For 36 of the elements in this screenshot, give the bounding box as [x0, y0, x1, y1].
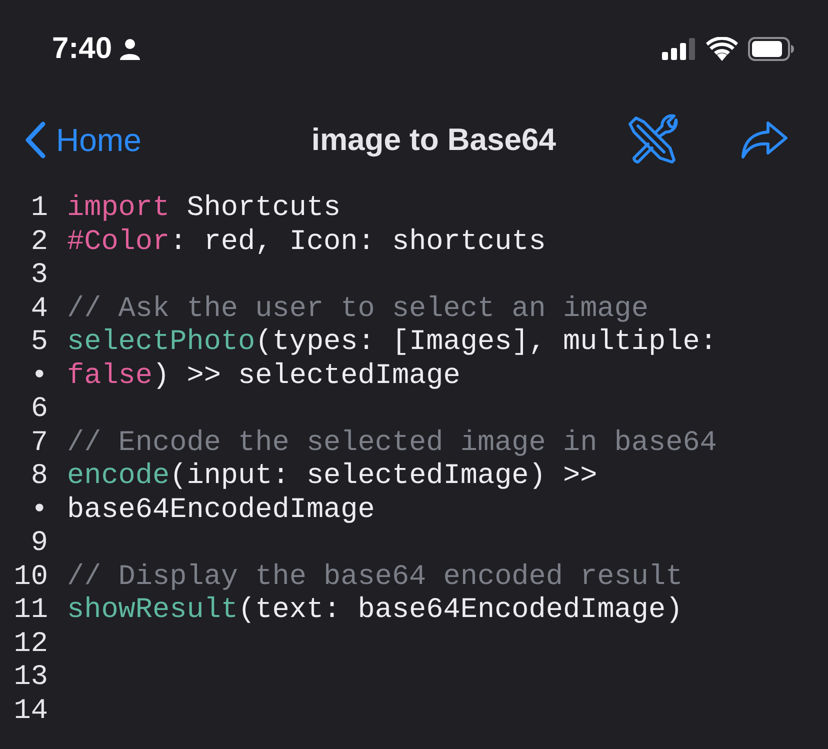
line-number: 3 [30, 258, 48, 292]
line-number: 7 [30, 426, 48, 459]
line-number: 5 [30, 325, 48, 358]
code-line: // Ask the user to select an image [67, 292, 648, 325]
code-line: encode(input: selectedImage) >> [67, 459, 598, 492]
line-number: 6 [30, 392, 48, 426]
code-line: import Shortcuts [67, 191, 341, 224]
person-icon [120, 38, 140, 60]
code-line: // Encode the selected image in base64 [67, 426, 717, 459]
line-number: 1 [30, 191, 48, 224]
back-button[interactable]: Home [24, 121, 142, 159]
status-time: 7:40 [52, 32, 112, 66]
screen-title: image to Base64 [310, 122, 558, 158]
line-number: 12 [12, 626, 48, 660]
line-number: • [30, 492, 48, 526]
line-number: 11 [12, 593, 48, 626]
code-line: selectPhoto(types: [Images], multiple: [67, 325, 717, 358]
line-number: 2 [30, 224, 48, 258]
code-line: base64EncodedImage [67, 492, 375, 526]
code-line: showResult(text: base64EncodedImage) [67, 593, 683, 626]
line-number: 4 [30, 292, 48, 325]
signal-icon [662, 38, 696, 60]
share-arrow-icon[interactable] [740, 120, 788, 160]
line-number: 14 [12, 694, 48, 727]
chevron-left-icon [24, 121, 46, 159]
line-number: 9 [30, 526, 48, 560]
wifi-icon [706, 37, 738, 61]
tools-icon[interactable] [626, 114, 678, 166]
code-line: // Display the base64 encoded result [67, 560, 683, 593]
code-line: false) >> selectedImage [67, 358, 460, 392]
line-number: 13 [12, 660, 48, 694]
line-number: 10 [12, 560, 48, 593]
code-line: #Color: red, Icon: shortcuts [67, 224, 546, 258]
line-number: 8 [30, 459, 48, 492]
line-number: • [30, 358, 48, 392]
battery-icon [748, 37, 794, 61]
